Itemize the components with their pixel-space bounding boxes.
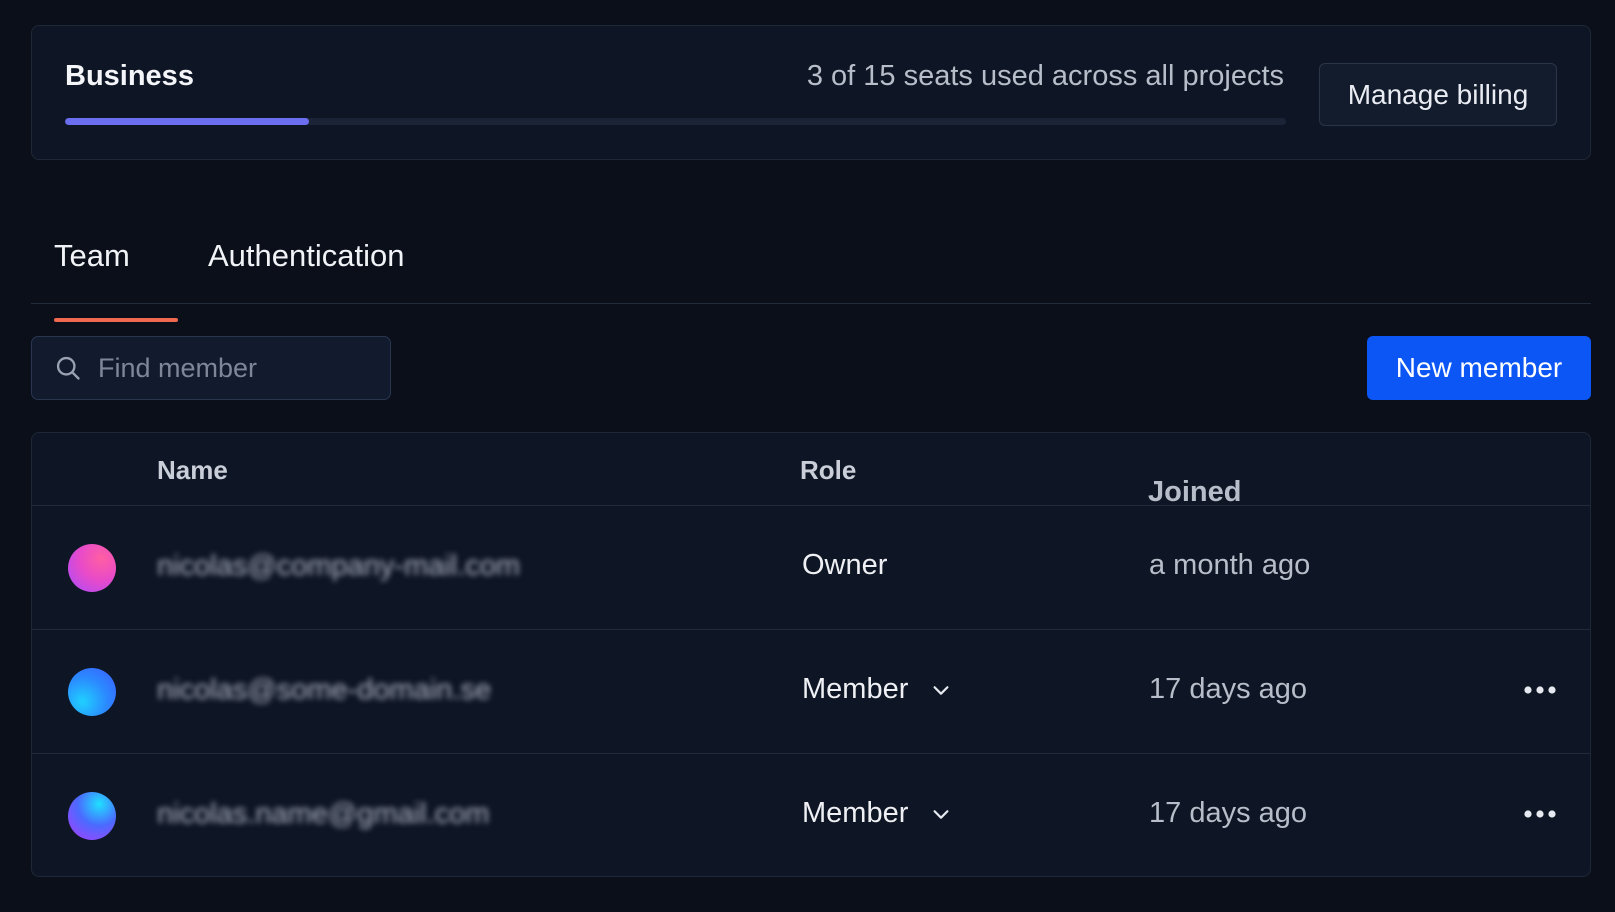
tab-authentication[interactable]: Authentication bbox=[178, 238, 404, 300]
plan-card: Business 3 of 15 seats used across all p… bbox=[31, 25, 1591, 160]
table-row: nicolas@company-mail.com Owner a month a… bbox=[32, 506, 1590, 630]
member-joined: 17 days ago bbox=[1149, 797, 1308, 829]
members-table: Name Role Joined nicolas@company-mail.co… bbox=[31, 432, 1591, 877]
column-header-joined: Joined bbox=[1148, 476, 1242, 508]
chevron-down-icon bbox=[933, 809, 949, 819]
table-row: nicolas@some-domain.se Member 17 days ag… bbox=[32, 630, 1590, 754]
search-input[interactable] bbox=[98, 352, 358, 384]
chevron-down-icon bbox=[933, 685, 949, 695]
member-email: nicolas.name@gmail.com bbox=[157, 798, 490, 830]
table-header: Name Role Joined bbox=[32, 433, 1590, 508]
seats-usage-text: 3 of 15 seats used across all projects bbox=[806, 60, 1284, 92]
member-role: Owner bbox=[802, 549, 888, 581]
member-email: nicolas@company-mail.com bbox=[157, 550, 521, 582]
avatar bbox=[68, 792, 116, 840]
role-dropdown-label: Member bbox=[802, 673, 909, 705]
avatar bbox=[68, 668, 116, 716]
more-actions-button[interactable] bbox=[1516, 672, 1564, 708]
seats-progress-bar bbox=[65, 118, 1286, 125]
column-header-name: Name bbox=[157, 455, 228, 485]
more-icon bbox=[1524, 810, 1556, 818]
settings-tabs: Team Authentication bbox=[31, 220, 1591, 322]
team-settings-page: Business 3 of 15 seats used across all p… bbox=[0, 0, 1615, 912]
role-dropdown-label: Member bbox=[802, 797, 909, 829]
avatar bbox=[68, 544, 116, 592]
active-tab-indicator bbox=[54, 318, 178, 322]
more-icon bbox=[1524, 686, 1556, 694]
member-joined: 17 days ago bbox=[1149, 673, 1308, 705]
tab-team-label: Team bbox=[54, 238, 130, 273]
role-dropdown[interactable]: Member bbox=[802, 797, 952, 830]
plan-name: Business bbox=[65, 60, 194, 92]
tab-team[interactable]: Team bbox=[54, 238, 178, 322]
member-email: nicolas@some-domain.se bbox=[157, 674, 492, 706]
table-row: nicolas.name@gmail.com Member 17 days ag… bbox=[32, 754, 1590, 876]
member-joined: a month ago bbox=[1149, 549, 1311, 581]
search-icon bbox=[56, 356, 80, 380]
more-actions-button[interactable] bbox=[1516, 796, 1564, 832]
tab-authentication-label: Authentication bbox=[208, 238, 405, 273]
seats-progress-fill bbox=[65, 118, 310, 125]
column-header-role: Role bbox=[800, 455, 857, 485]
new-member-button[interactable]: New member bbox=[1367, 336, 1591, 400]
search-field[interactable] bbox=[31, 336, 391, 400]
manage-billing-button[interactable]: Manage billing bbox=[1319, 63, 1557, 126]
role-dropdown[interactable]: Member bbox=[802, 673, 952, 706]
